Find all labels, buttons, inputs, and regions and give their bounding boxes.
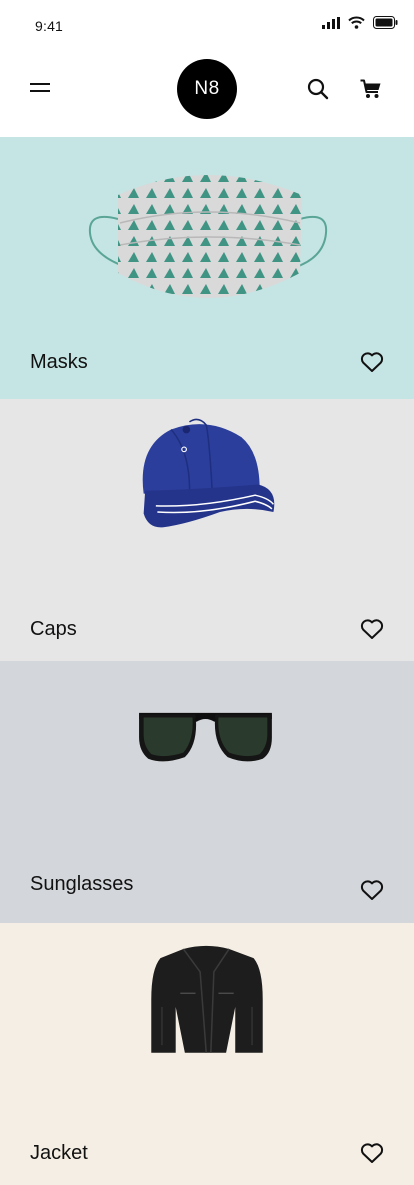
battery-icon: [373, 16, 398, 29]
heart-icon: [360, 619, 384, 639]
category-card-sunglasses[interactable]: Sunglasses: [0, 661, 414, 923]
category-label: Caps: [30, 618, 77, 640]
category-card-jacket[interactable]: Jacket: [0, 923, 414, 1185]
hamburger-icon: [30, 83, 50, 92]
favorite-button[interactable]: [358, 1140, 386, 1166]
search-icon: [307, 78, 329, 100]
jacket-image: [151, 945, 263, 1053]
app-header: N8: [0, 50, 414, 137]
brand-logo[interactable]: N8: [177, 59, 237, 119]
heart-icon: [360, 1143, 384, 1163]
cart-button[interactable]: [358, 76, 384, 102]
category-label: Sunglasses: [30, 873, 134, 895]
favorite-button[interactable]: [358, 349, 386, 375]
cart-icon: [360, 79, 381, 98]
cap-image: [142, 418, 275, 528]
status-time: 9:41: [35, 18, 64, 34]
category-card-caps[interactable]: Caps: [0, 399, 414, 661]
category-label: Jacket: [30, 1142, 88, 1164]
category-list: Masks Caps Sunglasses Jacket: [0, 137, 414, 1185]
category-label: Masks: [30, 351, 88, 373]
status-icons: [322, 16, 398, 29]
status-bar: 9:41: [0, 0, 414, 50]
signal-icon: [322, 16, 340, 29]
mask-image: [88, 175, 328, 298]
sunglasses-image: [139, 712, 272, 762]
favorite-button[interactable]: [358, 616, 386, 642]
menu-button[interactable]: [26, 74, 54, 102]
heart-icon: [360, 352, 384, 372]
wifi-icon: [348, 16, 365, 29]
favorite-button[interactable]: [358, 877, 386, 903]
category-card-masks[interactable]: Masks: [0, 137, 414, 399]
heart-icon: [360, 880, 384, 900]
search-button[interactable]: [305, 76, 331, 102]
